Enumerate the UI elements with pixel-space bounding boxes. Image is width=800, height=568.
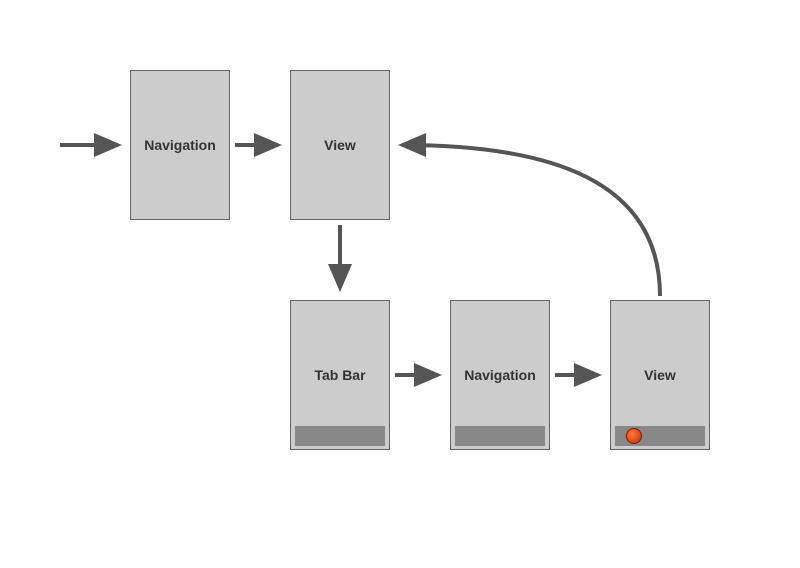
arrow-view2-back-to-view1: [402, 145, 660, 296]
node-label: Tab Bar: [314, 367, 365, 383]
node-label: View: [324, 137, 356, 153]
node-label: View: [644, 367, 676, 383]
tab-active-dot-icon: [626, 428, 642, 444]
node-navigation-1: Navigation: [130, 70, 230, 220]
node-label: Navigation: [144, 137, 216, 153]
arrows-layer: [0, 0, 800, 568]
node-tab-bar: Tab Bar: [290, 300, 390, 450]
tab-bar-strip: [615, 426, 705, 446]
node-label: Navigation: [464, 367, 536, 383]
node-navigation-2: Navigation: [450, 300, 550, 450]
node-view-1: View: [290, 70, 390, 220]
node-view-2: View: [610, 300, 710, 450]
tab-bar-strip: [295, 426, 385, 446]
tab-bar-strip: [455, 426, 545, 446]
